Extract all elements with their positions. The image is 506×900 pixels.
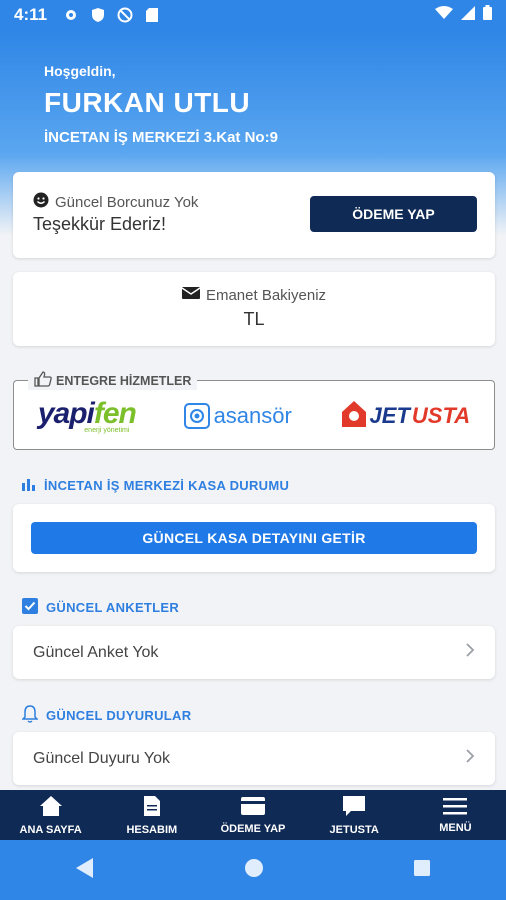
bottom-nav: ANA SAYFA HESABIM ÖDEME YAP JETUSTA MENÜ — [0, 790, 506, 840]
announcements-row[interactable]: Güncel Duyuru Yok — [13, 732, 495, 785]
kasa-detail-button[interactable]: GÜNCEL KASA DETAYINI GETİR — [31, 522, 477, 554]
signal-icon — [461, 5, 475, 25]
pay-button[interactable]: ÖDEME YAP — [310, 196, 477, 232]
checkbox-icon — [22, 598, 38, 617]
settings-icon — [63, 7, 79, 23]
integrated-services: ENTEGRE HİZMETLER yapifen enerji yönetim… — [13, 371, 495, 450]
smile-icon — [33, 192, 49, 212]
user-name: FURKAN UTLU — [44, 87, 251, 118]
yapifen-logo[interactable]: yapifen enerji yönetimi — [38, 397, 137, 434]
thumbs-up-icon — [34, 371, 52, 390]
bar-chart-icon — [22, 477, 36, 494]
debt-card: Güncel Borcunuz Yok Teşekkür Ederiz! ÖDE… — [13, 172, 495, 258]
wifi-icon — [435, 5, 453, 25]
nav-jetusta[interactable]: JETUSTA — [304, 790, 405, 840]
kasa-card: GÜNCEL KASA DETAYINI GETİR — [13, 504, 495, 572]
jetusta-logo[interactable]: JET USTA — [340, 398, 470, 434]
home-icon — [39, 795, 63, 820]
nav-payment[interactable]: ÖDEME YAP — [202, 790, 303, 840]
balance-card: Emanet Bakiyeniz TL — [13, 272, 495, 346]
card-icon — [240, 796, 266, 819]
user-address: İNCETAN İŞ MERKEZİ 3.Kat No:9 — [44, 129, 278, 146]
announcements-section-title: GÜNCEL DUYURULAR — [21, 705, 191, 726]
balance-value: TL — [243, 309, 265, 329]
kasa-section-title: İNCETAN İŞ MERKEZİ KASA DURUMU — [22, 477, 289, 494]
greeting-text: Hoşgeldin, — [44, 63, 116, 79]
shield-icon — [90, 7, 106, 23]
recents-icon[interactable] — [413, 859, 431, 882]
house-icon — [340, 398, 368, 434]
surveys-row-text: Güncel Anket Yok — [33, 643, 159, 661]
back-icon[interactable] — [75, 857, 95, 884]
balance-label-row: Emanet Bakiyeniz — [13, 286, 495, 304]
debt-status: Güncel Borcunuz Yok — [33, 192, 198, 212]
asansor-logo[interactable]: asansör — [183, 402, 292, 429]
elevator-icon — [183, 402, 210, 429]
debt-status-label: Güncel Borcunuz Yok — [55, 193, 199, 211]
document-icon — [143, 795, 161, 820]
system-nav-bar — [0, 840, 506, 900]
balance-label: Emanet Bakiyeniz — [205, 286, 327, 304]
do-not-disturb-icon — [117, 7, 133, 23]
menu-icon — [443, 797, 468, 818]
chevron-right-icon — [465, 641, 475, 664]
partner-logos: yapifen enerji yönetimi asansör JET USTA — [14, 397, 494, 434]
chat-icon — [341, 795, 367, 820]
envelope-icon — [181, 286, 201, 304]
integrated-services-title: ENTEGRE HİZMETLER — [28, 371, 198, 390]
status-time: 4:11 — [14, 5, 48, 24]
surveys-row[interactable]: Güncel Anket Yok — [13, 626, 495, 679]
battery-icon — [483, 5, 492, 25]
nav-home[interactable]: ANA SAYFA — [0, 790, 101, 840]
chevron-right-icon — [465, 747, 475, 770]
nav-menu[interactable]: MENÜ — [405, 790, 506, 840]
home-circle-icon[interactable] — [244, 858, 264, 883]
sd-card-icon — [144, 7, 160, 23]
status-bar: 4:11 — [0, 0, 506, 30]
surveys-section-title: GÜNCEL ANKETLER — [22, 598, 179, 617]
bell-icon — [21, 705, 39, 726]
announcements-row-text: Güncel Duyuru Yok — [33, 749, 170, 767]
thank-you-text: Teşekkür Ederiz! — [33, 214, 167, 234]
nav-account[interactable]: HESABIM — [101, 790, 202, 840]
